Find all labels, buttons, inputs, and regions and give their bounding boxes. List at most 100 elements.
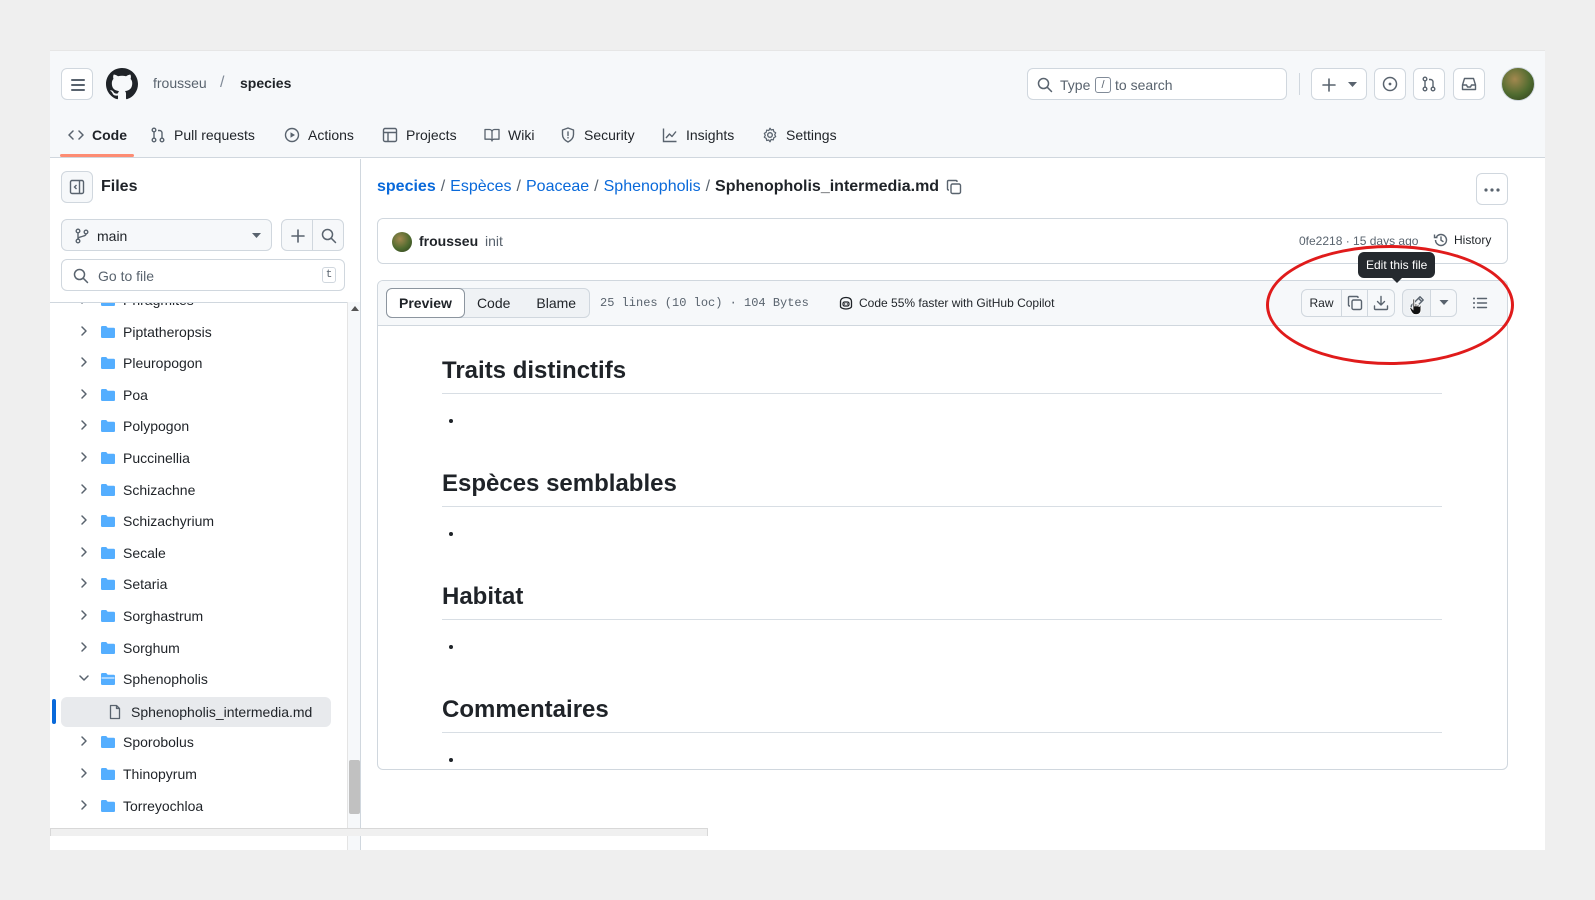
copilot-promo-link[interactable]: Code 55% faster with GitHub Copilot [838, 295, 1054, 311]
sidebar-scrollbar[interactable] [347, 302, 360, 850]
branch-selector[interactable]: main [61, 219, 272, 251]
triangle-down-icon [252, 233, 261, 238]
breadcrumb-separator: / [440, 178, 446, 195]
tree-folder[interactable]: Puccinellia [50, 443, 347, 473]
tree-item-label: Sphenopholis_intermedia.md [131, 703, 313, 720]
folder-icon [101, 641, 115, 654]
folder-icon [101, 357, 115, 370]
tree-folder[interactable]: Torreyochloa [50, 791, 347, 821]
search-input[interactable]: Type / to search [1027, 68, 1287, 100]
tree-folder[interactable]: Thinopyrum [50, 759, 347, 789]
selected-indicator [52, 698, 56, 724]
tree-file-selected[interactable]: Sphenopholis_intermedia.md [61, 696, 331, 727]
view-mode-switch: Preview Code Blame [386, 288, 591, 318]
download-button[interactable] [1367, 289, 1395, 317]
raw-button[interactable]: Raw [1301, 289, 1342, 317]
section-heading: Commentaires [442, 696, 1442, 733]
tab-wiki[interactable]: Wiki [484, 113, 534, 157]
tree-folder[interactable]: Secale [50, 538, 347, 568]
scroll-up-arrow-icon[interactable] [351, 306, 359, 311]
more-options-button[interactable] [1476, 173, 1508, 205]
code-view-tab[interactable]: Code [464, 289, 523, 317]
tree-item-label: Schizachyrium [123, 513, 215, 530]
collapse-sidebar-button[interactable] [61, 171, 93, 203]
folder-icon [101, 388, 115, 401]
breadcrumb-current-file: Sphenopholis_intermedia.md [715, 178, 940, 195]
breadcrumb-path-link[interactable]: Espèces [450, 178, 511, 196]
markdown-body: Traits distinctifs Espèces semblables Ha… [442, 327, 1442, 769]
repo-name-link[interactable]: species [240, 75, 291, 91]
browser-window: frousseu / species Type / to search Code… [50, 50, 1545, 850]
commit-author-avatar[interactable] [392, 232, 412, 252]
pull-requests-button[interactable] [1413, 68, 1445, 100]
hand-cursor-icon [1409, 298, 1422, 315]
blame-tab[interactable]: Blame [523, 289, 589, 317]
bullet-list [464, 412, 1442, 440]
tree-folder[interactable]: Poa [50, 380, 347, 410]
menu-button[interactable] [61, 68, 93, 100]
file-stats: 25 lines (10 loc) · 104 Bytes [600, 296, 809, 310]
tab-security[interactable]: Security [560, 113, 635, 157]
commit-message[interactable]: init [485, 233, 503, 249]
tab-label: Actions [308, 127, 354, 143]
tree-folder[interactable]: Sorghastrum [50, 601, 347, 631]
tree-folder[interactable]: Sporobolus [50, 727, 347, 757]
search-files-button[interactable] [312, 219, 344, 251]
tree-folder[interactable]: Schizachyrium [50, 506, 347, 536]
copy-path-icon[interactable] [946, 179, 962, 195]
tree-folder[interactable]: Polypogon [50, 411, 347, 441]
tab-actions[interactable]: Actions [284, 113, 354, 157]
tab-pull-requests[interactable]: Pull requests [150, 113, 255, 157]
tree-folder[interactable]: Setaria [50, 569, 347, 599]
history-label: History [1454, 233, 1492, 247]
preview-tab[interactable]: Preview [386, 288, 465, 318]
tree-folder[interactable]: Schizachne [50, 475, 347, 505]
folder-open-icon [101, 673, 115, 686]
repo-owner-link[interactable]: frousseu [153, 75, 207, 91]
edit-options-dropdown[interactable] [1430, 289, 1457, 317]
tab-projects[interactable]: Projects [382, 113, 457, 157]
user-avatar[interactable] [1501, 67, 1535, 101]
tree-folder[interactable]: Piptatheropsis [50, 317, 347, 347]
folder-icon [101, 325, 115, 338]
tab-settings[interactable]: Settings [762, 113, 837, 157]
tab-insights[interactable]: Insights [662, 113, 734, 157]
add-file-button[interactable] [281, 219, 313, 251]
chevron-right-icon [81, 483, 87, 494]
tree-item-label: Secale [123, 544, 166, 561]
file-tree: Phragmites Piptatheropsis Pleuropogon Poa Po… [50, 302, 347, 850]
tree-item-label: Poa [123, 386, 148, 403]
tab-label: Projects [406, 127, 457, 143]
outline-button[interactable] [1466, 289, 1494, 317]
tree-item-label: Sorghum [123, 639, 180, 656]
tab-code[interactable]: Code [68, 113, 127, 157]
scrollbar-thumb[interactable] [349, 760, 360, 814]
copy-raw-button[interactable] [1341, 289, 1368, 317]
book-icon [484, 128, 500, 142]
tab-label: Wiki [508, 127, 535, 143]
breadcrumb-path-link[interactable]: Poaceae [526, 178, 589, 196]
bullet-list [464, 638, 1442, 666]
commit-sha-age[interactable]: 0fe2218 · 15 days ago [1299, 234, 1418, 248]
folder-icon [101, 799, 115, 812]
tree-folder[interactable]: Phragmites [50, 303, 347, 315]
breadcrumb-separator: / [516, 178, 521, 195]
status-bar [50, 828, 708, 836]
tab-label: Security [584, 127, 635, 143]
create-new-button[interactable] [1311, 68, 1367, 100]
breadcrumb-path-link[interactable]: Sphenopholis [604, 178, 701, 196]
history-button[interactable]: History [1433, 232, 1491, 248]
issues-button[interactable] [1374, 68, 1406, 100]
inbox-button[interactable] [1453, 68, 1485, 100]
breadcrumb-repo-link[interactable]: species [377, 178, 436, 196]
tab-label: Pull requests [174, 127, 255, 143]
commit-author[interactable]: frousseu [419, 233, 478, 249]
github-logo-icon[interactable] [106, 68, 138, 100]
tree-folder[interactable]: Pleuropogon [50, 348, 347, 378]
folder-icon [101, 420, 115, 433]
go-to-file-input[interactable]: Go to file t [61, 259, 345, 291]
tree-folder-open[interactable]: Sphenopholis [50, 664, 347, 694]
triangle-down-icon [1439, 300, 1448, 305]
tree-item-label: Polypogon [123, 418, 190, 435]
tree-folder[interactable]: Sorghum [50, 633, 347, 663]
